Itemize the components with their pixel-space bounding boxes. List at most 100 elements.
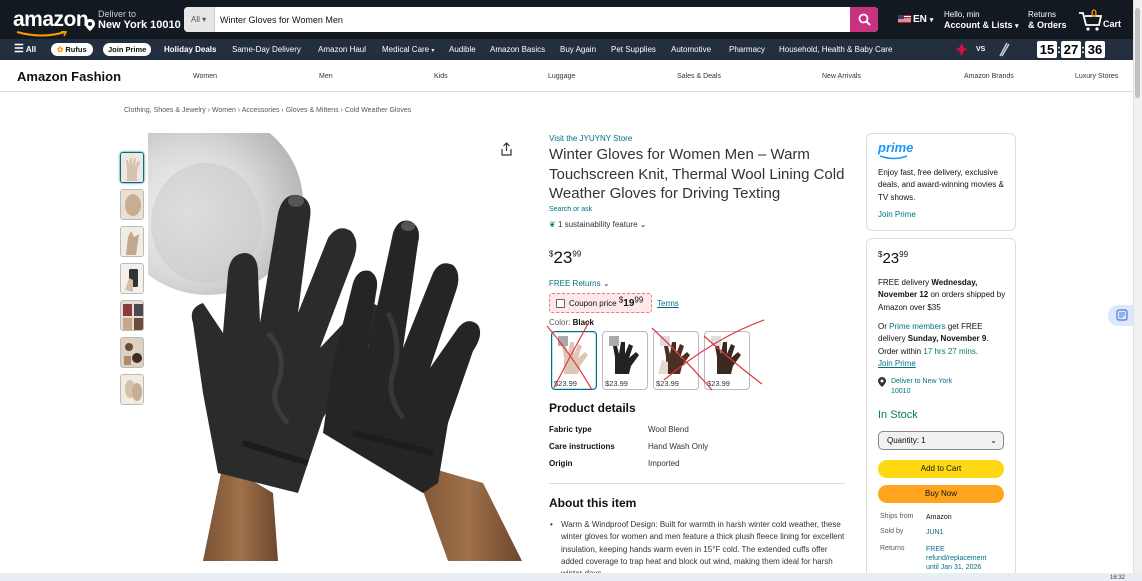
nav-buy-again[interactable]: Buy Again: [560, 39, 596, 60]
thumbnail-5[interactable]: [120, 300, 144, 331]
fashion-nav-sales-deals[interactable]: Sales & Deals: [677, 73, 721, 80]
detail-value: Wool Blend: [648, 425, 689, 434]
nav-amazon-basics[interactable]: Amazon Basics: [490, 39, 545, 60]
sold-by-link[interactable]: JUN1: [926, 528, 944, 537]
nav-holiday-deals[interactable]: Holiday Deals: [164, 39, 216, 60]
cart-button[interactable]: 0 Cart: [1078, 8, 1124, 32]
rufus-button[interactable]: ✿ Rufus: [51, 43, 93, 56]
deliver-to-line2: 10010: [891, 388, 911, 395]
search-or-ask-link[interactable]: Search or ask: [549, 206, 592, 213]
free-returns-link[interactable]: FREE Returns ⌄: [549, 279, 610, 288]
phone-thumbnail-icon: [121, 264, 143, 293]
thumbnail-4[interactable]: [120, 263, 144, 294]
search-bar: All ▾: [184, 7, 878, 32]
glove-thumbnail-icon: [121, 375, 143, 404]
lifestyle-thumbnail-icon: [121, 338, 143, 367]
join-prime-link[interactable]: Join Prime: [878, 359, 916, 368]
join-prime-button[interactable]: Join Prime: [103, 43, 152, 56]
search-button[interactable]: [850, 7, 878, 32]
fashion-nav-new-arrivals[interactable]: New Arrivals: [822, 73, 861, 80]
color-swatch-1[interactable]: $23.99: [551, 331, 597, 390]
nav-household-health-baby[interactable]: Household, Health & Baby Care: [779, 39, 892, 60]
fashion-nav-kids[interactable]: Kids: [434, 73, 448, 80]
nav-audible[interactable]: Audible: [449, 39, 476, 60]
chevron-down-icon: ▾: [202, 15, 207, 24]
account-label: Account & Lists: [944, 20, 1013, 30]
color-swatch-4[interactable]: $23.99: [704, 331, 750, 390]
nav-medical-care[interactable]: Medical Care ▾: [382, 39, 434, 62]
thumbnail-3[interactable]: [120, 226, 144, 257]
fashion-nav-men[interactable]: Men: [319, 73, 333, 80]
prime-members-link[interactable]: Prime members: [889, 322, 945, 331]
nav-medical-care-label: Medical Care: [382, 45, 430, 54]
breadcrumb[interactable]: Clothing, Shoes & Jewelry › Women › Acce…: [124, 107, 411, 114]
store-link[interactable]: Visit the JYUYNY Store: [549, 134, 632, 143]
share-icon[interactable]: [500, 142, 513, 156]
account-lists[interactable]: Hello, min Account & Lists ▾: [944, 10, 1019, 32]
main-product-image[interactable]: [148, 133, 522, 561]
vs-label: VS: [976, 46, 986, 53]
returns-policy-link[interactable]: FREE refund/replacement until Jan 31, 2026: [926, 545, 986, 572]
thumbnail-2[interactable]: [120, 189, 144, 220]
location-pin-icon: [878, 377, 886, 387]
search-category-dropdown[interactable]: All ▾: [184, 7, 215, 32]
clock-hours: 15: [1037, 41, 1057, 58]
location-pin-icon: [85, 19, 95, 31]
thumbnail-6[interactable]: [120, 337, 144, 368]
buy-box-price: $2399: [878, 250, 908, 267]
scrollbar-thumb[interactable]: [1135, 8, 1140, 98]
add-to-cart-button[interactable]: Add to Cart: [878, 460, 1004, 478]
sub-nav: ☰ All ✿ Rufus Join Prime Holiday Deals S…: [0, 39, 1142, 60]
deliver-to[interactable]: Deliver to New York 10010: [85, 9, 181, 31]
thumbnail-1[interactable]: [120, 152, 144, 183]
logo-smile-icon: [16, 31, 68, 37]
countdown-clock: 15: 27: 36: [1037, 41, 1105, 58]
price-fraction: 99: [899, 250, 909, 259]
nav-pharmacy[interactable]: Pharmacy: [729, 39, 765, 60]
language-selector[interactable]: EN ▾: [898, 14, 933, 25]
detail-value: Imported: [648, 459, 680, 468]
amazon-logo[interactable]: amazon: [13, 8, 89, 32]
detail-key: Care instructions: [549, 442, 615, 451]
chevron-down-icon: ⌄: [639, 220, 647, 229]
returns-orders[interactable]: Returns & Orders: [1028, 10, 1067, 30]
chevron-down-icon: ▾: [929, 17, 934, 24]
fashion-nav-amazon-brands[interactable]: Amazon Brands: [964, 73, 1014, 80]
checkbox-icon: [556, 299, 565, 309]
all-menu-button[interactable]: ☰ All: [14, 39, 36, 60]
deliver-to-link[interactable]: Deliver to New York 10010: [878, 377, 952, 397]
color-swatch-2[interactable]: $23.99: [602, 331, 648, 390]
quantity-dropdown[interactable]: Quantity: 1 ⌄: [878, 431, 1004, 450]
brown-glove-swatch-icon: [658, 336, 690, 374]
nav-same-day-delivery[interactable]: Same-Day Delivery: [232, 39, 301, 60]
buy-now-button[interactable]: Buy Now: [878, 485, 1004, 503]
all-menu-label: All: [25, 45, 37, 54]
sustainability-feature[interactable]: ❦ 1 sustainability feature ⌄: [549, 220, 646, 229]
detail-key: Origin: [549, 459, 573, 468]
fashion-nav-luggage[interactable]: Luggage: [548, 73, 575, 80]
glove-thumbnail-icon: [121, 190, 143, 219]
clock-seconds: 36: [1085, 41, 1105, 58]
taskbar: [0, 573, 1142, 581]
prime-smile-icon: [879, 155, 908, 160]
detail-key: Fabric type: [549, 425, 592, 434]
sold-by-label: Sold by: [880, 528, 904, 535]
fashion-nav-luxury-stores[interactable]: Luxury Stores: [1075, 73, 1118, 80]
coupon-fraction: 99: [634, 295, 644, 305]
fashion-nav-women[interactable]: Women: [193, 73, 217, 80]
quantity-label: Quantity: 1: [887, 436, 926, 445]
chevron-down-icon: ▾: [1015, 23, 1019, 30]
terms-link[interactable]: Terms: [657, 299, 679, 308]
free-returns-label: FREE Returns: [549, 279, 601, 288]
coupon-checkbox[interactable]: Coupon price $1999: [549, 293, 652, 313]
color-swatch-3[interactable]: $23.99: [653, 331, 699, 390]
nav-pet-supplies[interactable]: Pet Supplies: [611, 39, 656, 60]
search-input[interactable]: [220, 7, 840, 32]
nav-amazon-haul[interactable]: Amazon Haul: [318, 39, 366, 60]
nav-automotive[interactable]: Automotive: [671, 39, 711, 60]
thumbnail-7[interactable]: [120, 374, 144, 405]
translate-side-button[interactable]: [1108, 305, 1134, 326]
fashion-title[interactable]: Amazon Fashion: [17, 69, 121, 84]
rufus-icon: ✿: [57, 45, 64, 54]
prime-join-link[interactable]: Join Prime: [878, 210, 916, 219]
